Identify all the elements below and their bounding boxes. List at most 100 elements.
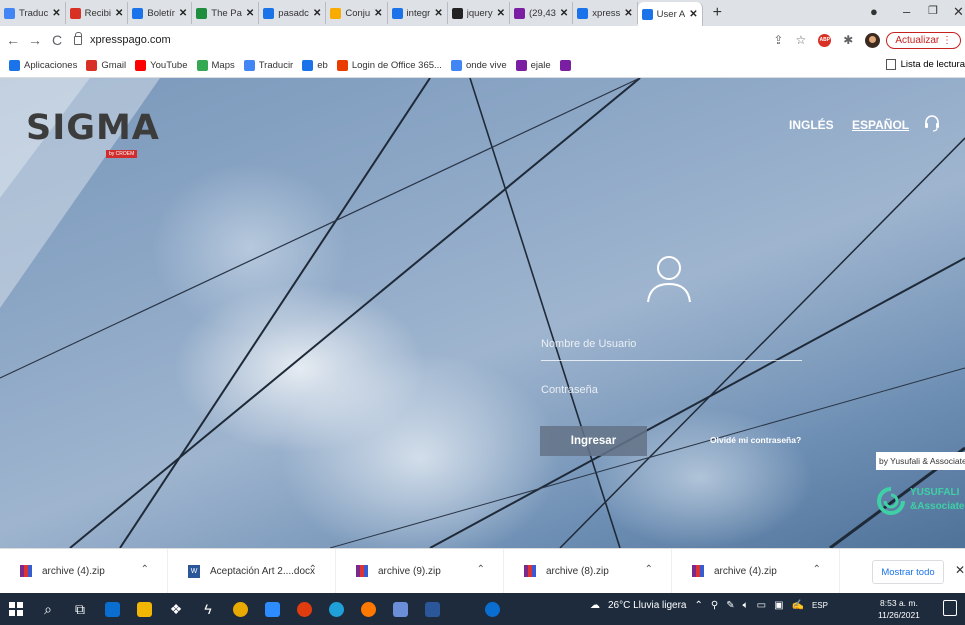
reading-list-button[interactable]: Lista de lectura — [885, 59, 965, 70]
browser-tab[interactable]: xpress ✕ — [573, 2, 638, 24]
chevron-up-icon[interactable]: ⌃ — [813, 564, 821, 575]
help-icon[interactable] — [478, 595, 506, 623]
close-window-button[interactable]: ✕ — [953, 4, 964, 20]
bookmark-item[interactable]: ejale — [515, 60, 551, 71]
mail-app-icon[interactable] — [98, 595, 126, 623]
url-text[interactable]: xpresspago.com — [90, 34, 171, 46]
download-item[interactable]: archive (4).zip ⌃ — [672, 548, 840, 594]
browser-tab[interactable]: The Pa ✕ — [192, 2, 260, 24]
search-icon[interactable]: ⌕ — [34, 595, 62, 623]
tab-close-icon[interactable]: ✕ — [497, 8, 505, 19]
tab-close-icon[interactable]: ✕ — [179, 8, 187, 19]
weather-cloud-icon[interactable]: ☁ — [590, 600, 600, 611]
pen-app-icon[interactable] — [386, 595, 414, 623]
notification-center-icon[interactable] — [943, 600, 957, 616]
show-all-downloads-button[interactable]: Mostrar todo — [872, 560, 944, 584]
profile-avatar[interactable] — [865, 32, 881, 48]
forward-arrow-icon[interactable]: → — [26, 32, 44, 48]
bookmark-item[interactable]: eb — [302, 60, 328, 71]
tab-close-icon[interactable]: ✕ — [689, 9, 697, 20]
bookmark-item[interactable]: YouTube — [135, 60, 188, 71]
login-button[interactable]: Ingresar — [540, 426, 647, 456]
tab-close-icon[interactable]: ✕ — [246, 8, 254, 19]
tab-close-icon[interactable]: ✕ — [624, 8, 632, 19]
update-button[interactable]: Actualizar ⋮ — [886, 31, 961, 49]
apps-grid-icon — [9, 60, 20, 71]
browser-tab[interactable]: (29,43 ✕ — [510, 2, 574, 24]
chrome-taskbar-icon[interactable] — [226, 595, 254, 623]
browser-tab[interactable]: pasadc ✕ — [259, 2, 327, 24]
lang-english-link[interactable]: INGLÉS — [789, 118, 834, 132]
tab-close-icon[interactable]: ✕ — [313, 8, 321, 19]
zoom-icon[interactable] — [258, 595, 286, 623]
battery-icon[interactable]: ▭ — [757, 600, 766, 611]
browser-tab[interactable]: Recibi ✕ — [66, 2, 129, 24]
chevron-up-icon[interactable]: ⌃ — [645, 564, 653, 575]
download-item[interactable]: archive (4).zip ⌃ — [0, 548, 168, 594]
app-bolt-icon[interactable]: ϟ — [194, 595, 222, 623]
bookmark-item[interactable]: Traducir — [243, 60, 293, 71]
browser-tab[interactable]: jquery ✕ — [448, 2, 510, 24]
browser-tab[interactable]: Traduc ✕ — [0, 2, 66, 24]
record-icon[interactable]: ● — [870, 4, 878, 19]
avast-icon[interactable] — [354, 595, 382, 623]
username-placeholder[interactable]: Nombre de Usuario — [541, 338, 802, 350]
extensions-puzzle-icon[interactable]: ✱ — [843, 33, 853, 47]
chevron-up-icon[interactable]: ⌃ — [477, 564, 485, 575]
minimize-button[interactable]: – — [903, 4, 910, 19]
bookmark-star-icon[interactable]: ☆ — [795, 33, 806, 47]
share-icon[interactable]: ⇪ — [773, 33, 783, 47]
word-icon[interactable] — [418, 595, 446, 623]
lang-spanish-link[interactable]: ESPAÑOL — [852, 118, 909, 132]
file-explorer-icon[interactable] — [130, 595, 158, 623]
password-placeholder[interactable]: Contraseña — [541, 384, 802, 396]
back-arrow-icon[interactable]: ← — [4, 32, 22, 48]
edge-icon[interactable] — [322, 595, 350, 623]
password-field[interactable]: Contraseña — [541, 384, 802, 396]
language-indicator[interactable]: ESP — [812, 601, 828, 610]
clock[interactable]: 8:53 a. m. 11/26/2021 — [878, 597, 920, 621]
lock-icon[interactable] — [74, 31, 82, 45]
headset-support-icon[interactable] — [924, 114, 940, 132]
dropbox-icon[interactable]: ❖ — [162, 595, 190, 623]
adblock-icon[interactable]: ABP — [818, 33, 832, 47]
bookmark-item[interactable]: Login de Office 365... — [336, 60, 442, 71]
tab-close-icon[interactable]: ✕ — [560, 8, 568, 19]
pen-icon[interactable]: ✎ — [726, 600, 734, 611]
chevron-up-icon[interactable]: ⌃ — [141, 564, 149, 575]
browser-tab[interactable]: User A ✕ — [637, 2, 703, 26]
weather-text[interactable]: 26°C Lluvia ligera — [608, 600, 687, 611]
bookmark-item[interactable]: Gmail — [86, 60, 126, 71]
stylus-icon[interactable]: ✍ — [792, 600, 804, 611]
chevron-up-icon[interactable]: ⌃ — [309, 564, 317, 575]
tray-up-arrow-icon[interactable]: ⌃ — [695, 600, 703, 611]
url-field[interactable]: xpresspago.com — [74, 31, 767, 46]
bookmark-item[interactable] — [559, 60, 575, 71]
network-icon[interactable]: ⚲ — [711, 600, 718, 611]
download-item[interactable]: archive (9).zip ⌃ — [336, 548, 504, 594]
bookmark-item[interactable]: Maps — [196, 60, 235, 71]
tab-close-icon[interactable]: ✕ — [434, 8, 442, 19]
browser-tab[interactable]: integr ✕ — [388, 2, 448, 24]
browser-tab[interactable]: Conju ✕ — [326, 2, 388, 24]
username-field[interactable]: Nombre de Usuario — [541, 338, 802, 361]
download-item[interactable]: archive (8).zip ⌃ — [504, 548, 672, 594]
bookmark-item[interactable]: onde vive — [450, 60, 507, 71]
tab-close-icon[interactable]: ✕ — [52, 8, 60, 19]
windows-start-icon[interactable] — [2, 595, 30, 623]
download-filename: Aceptación Art 2....docx — [210, 565, 316, 577]
tab-close-icon[interactable]: ✕ — [115, 8, 123, 19]
bookmark-item[interactable]: Aplicaciones — [9, 60, 77, 71]
reload-icon[interactable]: C — [48, 32, 66, 48]
tab-close-icon[interactable]: ✕ — [374, 8, 382, 19]
task-view-icon[interactable]: ⧉ — [66, 595, 94, 623]
new-tab-button[interactable]: + — [703, 4, 732, 22]
download-item[interactable]: W Aceptación Art 2....docx ⌃ — [168, 548, 336, 594]
close-shelf-button[interactable]: ✕ — [955, 563, 965, 577]
forgot-password-link[interactable]: Olvidé mi contraseña? — [710, 435, 801, 445]
screen-icon[interactable]: ▣ — [774, 600, 783, 611]
volume-icon[interactable]: 🔈︎ — [743, 600, 749, 611]
browser-tab[interactable]: Boletír ✕ — [128, 2, 193, 24]
restore-button[interactable]: ❐ — [928, 4, 938, 17]
office-taskbar-icon[interactable] — [290, 595, 318, 623]
